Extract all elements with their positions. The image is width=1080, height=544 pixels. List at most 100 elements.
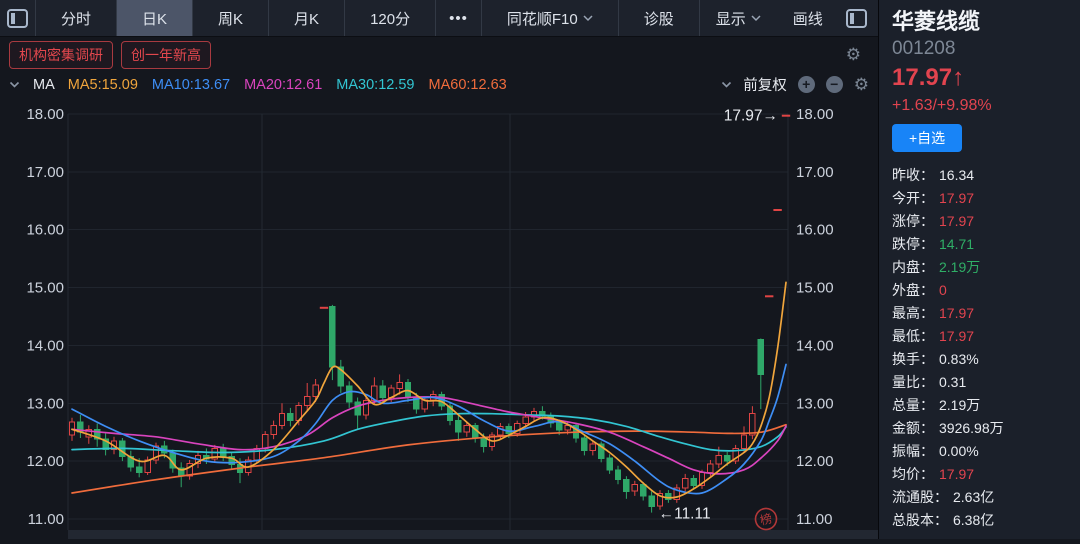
stat-row: 跌停：14.71: [892, 232, 1080, 255]
panel-toggle-button[interactable]: [839, 9, 881, 28]
stat-value: 17.97: [939, 328, 974, 344]
stat-value: 17.97: [939, 190, 974, 206]
ma-line-MA60: [72, 425, 786, 493]
stat-value: 2.19万: [939, 257, 980, 277]
y-axis-label-left: 15.00: [26, 280, 64, 297]
ma-values: MA5:15.09 MA10:13.67 MA20:12.61 MA30:12.59 M…: [68, 77, 507, 93]
y-axis-label-left: 18.00: [26, 106, 64, 123]
stock-price: 17.97↑: [892, 62, 1080, 94]
ma-value-undefined: MA30:12.59: [336, 77, 414, 93]
ma-line-MA30: [72, 413, 786, 452]
signal-tag-row: 机构密集调研创一年新高 ⚙: [0, 37, 878, 72]
tab-label: •••: [449, 10, 468, 27]
stat-label: 量比：: [892, 372, 934, 392]
stat-label: 最高：: [892, 303, 934, 323]
stat-row: 涨停：17.97: [892, 209, 1080, 232]
stat-row: 量比： 0.31: [892, 370, 1080, 393]
last-price-annotation: 17.97→: [724, 108, 778, 125]
stat-label: 昨收：: [892, 165, 934, 185]
y-axis-label-right: 15.00: [796, 280, 834, 297]
stat-label: 换手：: [892, 349, 934, 369]
add-watchlist-button[interactable]: +自选: [892, 124, 962, 152]
tab-ths-f10[interactable]: 同花顺F10: [482, 0, 619, 36]
chevron-down-icon[interactable]: [721, 81, 732, 89]
toolbar-item-draw-line[interactable]: 画线: [777, 8, 839, 29]
stat-label: 金额：: [892, 418, 934, 438]
ma-line-MA20: [72, 397, 786, 474]
y-axis-label-left: 16.00: [26, 222, 64, 239]
period-tabs: 分时 日K 周K 月K 120分 ••• 同花顺F10诊股: [36, 0, 700, 36]
y-axis-label-left: 12.00: [26, 453, 64, 470]
chevron-down-icon: [583, 15, 593, 22]
y-axis-label-left: 14.00: [26, 337, 64, 354]
y-axis-label-right: 17.00: [796, 164, 834, 181]
tab-daily-k[interactable]: 日K: [117, 0, 193, 36]
stat-value: 17.97: [939, 305, 974, 321]
stat-value: 6.38亿: [953, 510, 994, 530]
gear-icon[interactable]: ⚙: [854, 76, 869, 93]
stat-row: 外盘：0: [892, 278, 1080, 301]
tab-more[interactable]: •••: [436, 0, 482, 36]
stat-value: 3926.98万: [939, 418, 1004, 438]
ma-value-undefined: MA60:12.63: [429, 77, 507, 93]
tab-label: 日K: [142, 8, 167, 29]
zoom-out-button[interactable]: −: [826, 76, 843, 93]
ma-indicator-label[interactable]: MA: [33, 77, 55, 93]
tab-diagnose[interactable]: 诊股: [619, 0, 700, 36]
stat-value: 17.97: [939, 213, 974, 229]
y-axis-label-left: 11.00: [28, 511, 64, 528]
stat-label: 内盘：: [892, 257, 934, 277]
stat-label: 今开：: [892, 188, 934, 208]
stat-value: 2.63亿: [953, 487, 994, 507]
price-adjust-mode[interactable]: 前复权: [743, 74, 787, 95]
y-axis-label-right: 18.00: [796, 106, 834, 123]
tab-120min[interactable]: 120分: [345, 0, 436, 36]
kline-chart-area[interactable]: 18.0018.0017.0017.0016.0016.0015.0015.00…: [0, 96, 878, 539]
ma-value-undefined: MA5:15.09: [68, 77, 138, 93]
stat-value: 0: [939, 282, 947, 298]
y-axis-label-right: 13.00: [796, 395, 834, 412]
stat-value: 0.00%: [939, 443, 979, 459]
tab-label: 分时: [61, 8, 91, 29]
sidebar-toggle-icon: [7, 9, 28, 28]
stat-label: 总股本：: [892, 510, 948, 530]
tag-institution-research[interactable]: 机构密集调研: [9, 41, 113, 69]
toolbar-item-display[interactable]: 显示: [700, 8, 777, 29]
gear-icon[interactable]: ⚙: [846, 46, 861, 63]
tab-label: 月K: [294, 8, 319, 29]
tag-one-year-high[interactable]: 创一年新高: [121, 41, 211, 69]
ma-legend-row: MA MA5:15.09 MA10:13.67 MA20:12.61 MA30:12.…: [0, 72, 878, 97]
toolbar-right-group: 显示画线: [700, 0, 881, 36]
stat-row: 最低：17.97: [892, 324, 1080, 347]
tab-minute[interactable]: 分时: [36, 0, 117, 36]
stat-row: 振幅：0.00%: [892, 439, 1080, 462]
zoom-in-button[interactable]: +: [798, 76, 815, 93]
tab-weekly-k[interactable]: 周K: [193, 0, 269, 36]
ma-row-controls: 前复权 + − ⚙: [721, 74, 869, 95]
stat-row: 今开： 17.97: [892, 186, 1080, 209]
stat-row: 金额：3926.98万: [892, 416, 1080, 439]
ma-value-undefined: MA10:13.67: [152, 77, 230, 93]
stock-code: 001208: [892, 36, 1080, 62]
tab-monthly-k[interactable]: 月K: [269, 0, 345, 36]
panel-toggle-icon: [846, 9, 867, 28]
chevron-down-icon: [751, 15, 761, 22]
chart-toolbar: 分时 日K 周K 月K 120分 ••• 同花顺F10诊股 显示画线: [0, 0, 878, 37]
sidebar-toggle-button[interactable]: [0, 0, 36, 36]
svg-text:榜: 榜: [758, 510, 773, 527]
stat-label: 均价：: [892, 464, 934, 484]
tab-label: 周K: [218, 8, 243, 29]
low-price-annotation: ←11.11: [659, 506, 711, 523]
y-axis-label-right: 14.00: [796, 337, 834, 354]
tab-label: 120分: [370, 8, 410, 29]
stat-value: 16.34: [939, 167, 974, 183]
toolbar-item-label: 画线: [793, 8, 823, 29]
up-arrow-icon: ↑: [952, 64, 964, 91]
chevron-down-icon[interactable]: [9, 81, 20, 89]
stat-value: 0.31: [939, 374, 966, 390]
ma-value-undefined: MA20:12.61: [244, 77, 322, 93]
stat-label: 流通股：: [892, 487, 948, 507]
kline-chart[interactable]: 18.0018.0017.0017.0016.0016.0015.0015.00…: [0, 96, 878, 539]
stat-row: 流通股：2.63亿: [892, 485, 1080, 508]
quote-panel: 华菱线缆 001208 17.97↑ +1.63/+9.98% +自选 昨收：1…: [878, 0, 1080, 539]
